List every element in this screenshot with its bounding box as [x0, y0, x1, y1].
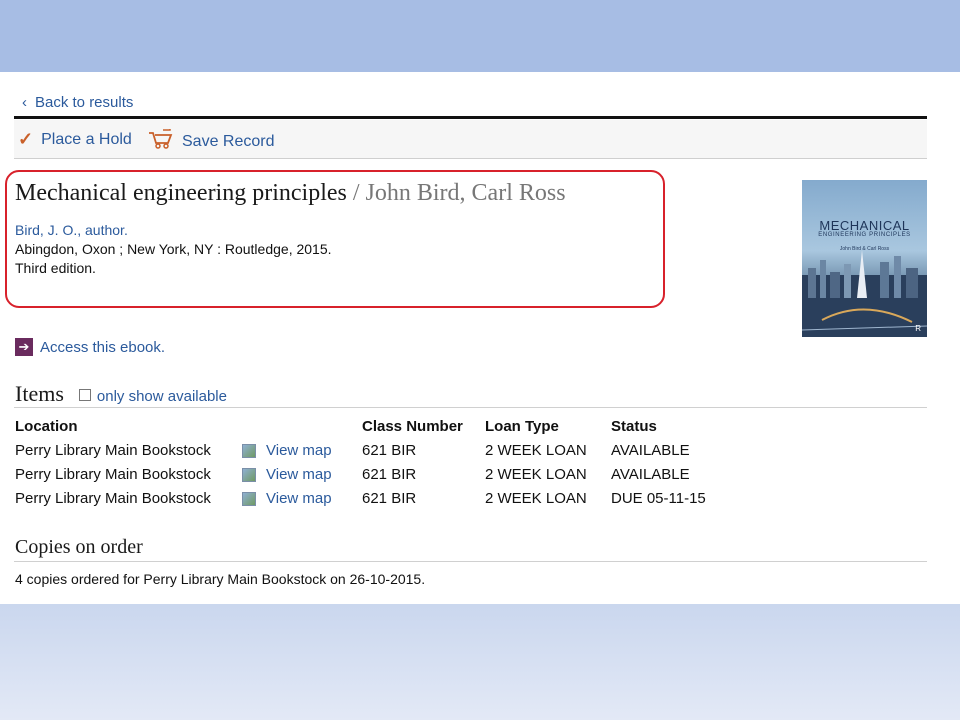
col-header-status: Status: [611, 418, 657, 435]
back-to-results-label: Back to results: [35, 94, 134, 111]
save-record-button[interactable]: Save Record: [148, 128, 275, 154]
edition-info: Third edition.: [15, 260, 96, 276]
loan-type-cell: 2 WEEK LOAN: [485, 442, 587, 459]
col-header-loan-type: Loan Type: [485, 418, 559, 435]
location-cell: Perry Library Main Bookstock: [15, 442, 211, 459]
access-ebook-link[interactable]: ➔ Access this ebook.: [15, 338, 165, 356]
status-cell: DUE 05-11-15: [611, 490, 706, 507]
copies-on-order-heading: Copies on order: [15, 536, 143, 558]
only-available-label[interactable]: only show available: [97, 388, 227, 405]
status-cell: AVAILABLE: [611, 442, 690, 459]
chevron-left-icon: ‹: [22, 94, 27, 111]
loan-type-cell: 2 WEEK LOAN: [485, 490, 587, 507]
map-icon: [242, 467, 256, 482]
class-number-cell: 621 BIR: [362, 466, 417, 483]
view-map-link[interactable]: View map: [242, 442, 332, 459]
col-header-class-number: Class Number: [362, 418, 463, 435]
title-responsibility: / John Bird, Carl Ross: [346, 180, 566, 206]
title-main: Mechanical engineering principles: [15, 180, 347, 206]
back-to-results-link[interactable]: ‹ Back to results: [22, 94, 133, 111]
record-title: Mechanical engineering principles / John…: [15, 180, 566, 207]
author-link[interactable]: Bird, J. O., author.: [15, 222, 128, 238]
only-available-checkbox[interactable]: [78, 389, 91, 401]
cover-subtitle: ENGINEERING PRINCIPLES: [818, 232, 911, 238]
view-map-label: View map: [266, 466, 332, 483]
view-map-link[interactable]: View map: [242, 466, 332, 483]
loan-type-cell: 2 WEEK LOAN: [485, 466, 587, 483]
class-number-cell: 621 BIR: [362, 442, 417, 459]
items-divider: [14, 407, 927, 408]
location-cell: Perry Library Main Bookstock: [15, 490, 211, 507]
cart-icon: [148, 128, 174, 154]
catalog-record-page: ‹ Back to results ✓ Place a Hold Save Re…: [0, 72, 960, 604]
place-hold-button[interactable]: ✓ Place a Hold: [18, 129, 132, 150]
header-divider: [14, 116, 927, 119]
cover-title: MECHANICAL: [819, 218, 910, 233]
save-record-label: Save Record: [182, 132, 275, 150]
map-icon: [242, 491, 256, 506]
items-header: Items only show available: [15, 381, 227, 407]
status-cell: AVAILABLE: [611, 466, 690, 483]
access-ebook-label: Access this ebook.: [40, 338, 166, 356]
map-icon: [242, 443, 256, 458]
copies-on-order-text: 4 copies ordered for Perry Library Main …: [15, 571, 426, 587]
copies-divider: [14, 561, 927, 562]
checkmark-icon: ✓: [18, 129, 34, 149]
publisher-logo: R: [915, 324, 921, 333]
book-cover-image: MECHANICAL ENGINEERING PRINCIPLES John B…: [802, 180, 927, 337]
col-header-location: Location: [15, 418, 78, 435]
place-hold-label: Place a Hold: [41, 130, 132, 148]
arrow-right-icon: ➔: [15, 338, 33, 356]
cover-authors: John Bird & Carl Ross: [839, 246, 890, 252]
location-cell: Perry Library Main Bookstock: [15, 466, 211, 483]
publication-info: Abingdon, Oxon ; New York, NY : Routledg…: [15, 241, 332, 257]
class-number-cell: 621 BIR: [362, 490, 417, 507]
view-map-link[interactable]: View map: [242, 490, 332, 507]
items-heading: Items: [15, 381, 64, 406]
record-toolbar: ✓ Place a Hold Save Record: [14, 120, 927, 159]
view-map-label: View map: [266, 490, 332, 507]
view-map-label: View map: [266, 442, 332, 459]
